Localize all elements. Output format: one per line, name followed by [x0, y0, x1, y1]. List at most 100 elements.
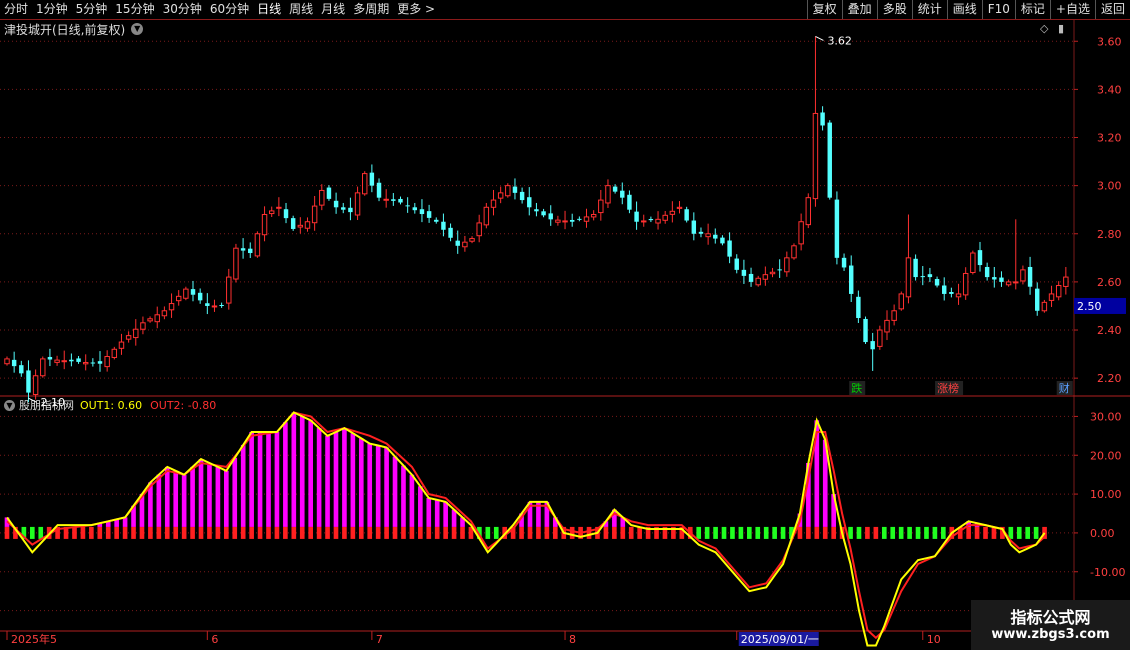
candle-body	[777, 269, 782, 271]
zero-band-bar	[772, 526, 777, 539]
candle-body	[812, 112, 819, 200]
zero-band-bar	[434, 526, 440, 539]
candle-body	[354, 192, 361, 216]
watermark: 指标公式网 www.zbgs3.com	[971, 600, 1130, 650]
candle-body	[268, 210, 275, 215]
x-tick-label: 2025年5	[11, 632, 57, 646]
candle-body	[240, 248, 246, 251]
candle-body	[834, 199, 840, 258]
chart-canvas[interactable]: 3.60 3.40 3.20 3.00 2.80 2.60 2.40 2.20 3.62 2.10…	[0, 0, 1130, 650]
candle-body	[505, 185, 511, 197]
zero-band-bar	[181, 526, 187, 539]
candle-body	[391, 199, 396, 201]
candle-body	[748, 273, 754, 282]
candle-body	[32, 375, 39, 396]
zero-band-bar	[873, 526, 879, 539]
zero-band-bar	[97, 526, 103, 539]
zero-band-bar	[797, 526, 803, 539]
histogram-bar	[122, 517, 128, 527]
zero-band-bar	[1033, 526, 1039, 539]
histogram-bar	[409, 474, 415, 527]
candle-body	[455, 240, 460, 246]
zero-band-bar	[721, 526, 727, 539]
zero-band-bar	[249, 526, 254, 539]
candle-body	[1005, 281, 1012, 286]
histogram-bar	[426, 497, 432, 527]
candle-body	[620, 190, 625, 198]
candle-body	[984, 266, 990, 278]
candle-body	[219, 304, 224, 306]
histogram-bar	[207, 463, 212, 527]
candle-body	[441, 221, 446, 230]
candle-body	[590, 214, 597, 218]
zero-band-bar	[29, 526, 35, 539]
zero-band-bar	[493, 526, 499, 539]
x-tick-label: 2025/09/01/一	[741, 633, 819, 646]
zero-band-bar	[207, 526, 212, 539]
histogram-bar	[418, 486, 423, 527]
candle-body	[341, 207, 346, 210]
zero-band-bar	[367, 526, 373, 539]
zero-band-bar	[122, 526, 128, 539]
zero-band-bar	[814, 526, 820, 539]
zero-band-bar	[890, 526, 896, 539]
candle-body	[741, 269, 747, 276]
candle-body	[469, 238, 475, 242]
candle-body	[755, 277, 761, 286]
candle-body	[713, 234, 718, 239]
zero-band-bar	[224, 526, 229, 539]
histogram-bar	[173, 470, 179, 527]
zero-band-bar	[156, 526, 162, 539]
candle-body	[999, 277, 1004, 282]
candle-body	[669, 210, 676, 215]
candle-body	[140, 322, 146, 330]
zero-band-bar	[316, 526, 322, 539]
candle-body	[376, 182, 382, 198]
candle-body	[297, 224, 304, 228]
candle-body	[90, 362, 96, 364]
zero-band-bar	[451, 526, 457, 539]
x-tick-label: 7	[376, 633, 383, 646]
histogram-bar	[291, 412, 297, 527]
candle-body	[1035, 288, 1040, 311]
candle-body	[1020, 269, 1026, 282]
candle-body	[562, 220, 568, 223]
candle-body	[841, 257, 847, 268]
zero-band-bar	[350, 526, 356, 539]
candle-body	[962, 272, 969, 296]
zero-band-bar	[266, 526, 271, 539]
histogram-bar	[181, 474, 187, 527]
zero-band-bar	[730, 526, 735, 539]
zero-band-bar	[983, 526, 988, 539]
zero-band-bar	[443, 526, 448, 539]
candle-body	[942, 285, 947, 294]
candle-body	[61, 360, 67, 363]
zero-band-bar	[780, 526, 786, 539]
candle-body	[548, 213, 553, 220]
histogram-bar	[249, 431, 254, 527]
zero-band-bar	[426, 526, 432, 539]
zero-band-bar	[865, 526, 870, 539]
candle-body	[319, 189, 325, 206]
candle-body	[705, 233, 711, 238]
zero-band-bar	[173, 526, 179, 539]
histogram-bar	[190, 466, 195, 527]
zero-band-bar	[603, 526, 609, 539]
zero-band-bar	[856, 526, 862, 539]
candle-body	[784, 257, 790, 273]
candle-body	[891, 310, 897, 321]
candle-body	[691, 220, 697, 234]
candle-body	[448, 227, 453, 238]
candle-body	[54, 359, 60, 363]
zero-band-bar	[1016, 526, 1022, 539]
candle-body	[326, 187, 332, 199]
watermark-title: 指标公式网	[1010, 608, 1091, 627]
zero-band-bar	[552, 526, 558, 539]
watermark-url: www.zbgs3.com	[991, 627, 1110, 642]
candle-body	[977, 250, 983, 266]
zero-band-bar	[342, 526, 347, 539]
zero-band-bar	[198, 526, 204, 539]
histogram-bar	[224, 470, 229, 527]
candle-body	[1063, 276, 1069, 287]
histogram-bar	[367, 443, 373, 527]
